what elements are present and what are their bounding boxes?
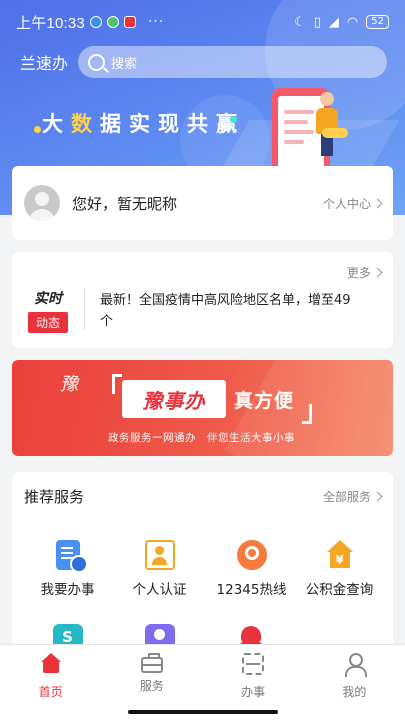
slogan-char: 现 [158, 112, 181, 136]
moon-icon: ☾ [294, 14, 306, 30]
tab-home[interactable]: 首页 [0, 645, 101, 720]
banner-logo: 豫 [60, 374, 78, 395]
tab-label: 办事 [241, 685, 266, 699]
battery-icon: 52 [366, 15, 389, 29]
person-head [320, 92, 334, 106]
banner-brand: 豫事办 [142, 388, 206, 413]
service-item-identity-verification[interactable]: 个人认证 [112, 540, 207, 598]
service-label: 公积金查询 [305, 582, 374, 598]
status-time: 上午10:33 [16, 14, 85, 32]
news-tag-line2: 动态 [28, 312, 68, 333]
slogan-char: 大 [42, 112, 65, 136]
app-notify-icon [106, 16, 119, 28]
slogan-char: 据 [100, 112, 123, 136]
hotline-icon [236, 540, 267, 570]
services-header: 推荐服务 全部服务 [24, 486, 383, 507]
document-icon [55, 540, 88, 573]
id-verify-icon [144, 540, 175, 570]
tab-affairs[interactable]: 办事 [203, 645, 304, 720]
no-signal-icon: ◢ [328, 14, 339, 30]
person-illustration [316, 92, 338, 158]
vibrate-icon: ▯ [313, 14, 321, 30]
briefcase-icon [140, 653, 163, 673]
more-notifications-icon: ··· [147, 14, 165, 30]
banner-subtitle: 政务服务一网通办 伴您生活大事小事 [108, 432, 295, 444]
tab-label: 首页 [38, 685, 63, 699]
phone-line [284, 140, 304, 144]
avatar[interactable] [24, 185, 60, 221]
tab-services[interactable]: 服务 [101, 645, 202, 720]
banner-bracket [112, 374, 122, 394]
recommended-services: 推荐服务 全部服务 我要办事 个人认证 12345热线 公积金查询 [12, 472, 393, 672]
slogan-char: 数 [71, 112, 94, 136]
compass-icon [89, 16, 102, 28]
top-bar: 兰速办 搜索 [20, 46, 387, 78]
service-item-housing-fund[interactable]: 公积金查询 [292, 540, 387, 598]
search-icon [88, 53, 106, 71]
personal-center-label: 个人中心 [322, 196, 371, 211]
chevron-right-icon [372, 491, 383, 502]
bottom-tab-bar: 首页 服务 办事 我的 [0, 644, 405, 720]
profile-icon [343, 653, 368, 677]
avatar-head [35, 192, 49, 206]
status-bar: 上午10:33 ··· ☾ ▯ ◢ ◠ 52 [16, 10, 389, 34]
all-services-link[interactable]: 全部服务 [322, 488, 383, 505]
promo-banner[interactable]: 豫 豫事办 真方便 政务服务一网通办 伴您生活大事小事 [12, 360, 393, 456]
tab-label: 我的 [342, 685, 367, 699]
service-item-hotline[interactable]: 12345热线 [204, 540, 299, 598]
slogan-dot [34, 126, 41, 133]
all-services-label: 全部服务 [322, 490, 371, 504]
news-card: 更多 实时 动态 最新！全国疫情中高风险地区名单，增至49个 [12, 252, 393, 348]
slogan-dot [230, 116, 237, 123]
realtime-news-tag: 实时 动态 [28, 288, 68, 333]
personal-center-link[interactable]: 个人中心 [322, 195, 383, 212]
tab-mine[interactable]: 我的 [304, 645, 405, 720]
wifi-icon: ◠ [346, 14, 359, 30]
slogan-char: 共 [187, 112, 210, 136]
search-placeholder: 搜索 [111, 56, 138, 72]
divider [84, 288, 85, 330]
services-title: 推荐服务 [24, 488, 85, 506]
scan-icon [242, 653, 265, 675]
news-tag-line1: 实时 [34, 291, 62, 307]
home-indicator[interactable] [128, 710, 278, 714]
banner-tagline: 真方便 [234, 390, 295, 412]
avatar-body [29, 209, 55, 221]
news-more-label: 更多 [346, 266, 371, 280]
phone-line [284, 130, 314, 134]
tab-label: 服务 [139, 679, 164, 693]
user-greeting: 您好，暂无昵称 [72, 194, 178, 213]
service-label: 我要办事 [40, 582, 95, 598]
status-right: ☾ ▯ ◢ ◠ 52 [294, 15, 389, 30]
service-label: 个人认证 [132, 582, 187, 598]
app-title: 兰速办 [20, 54, 69, 73]
user-card[interactable]: 您好，暂无昵称 个人中心 [12, 166, 393, 240]
home-icon [40, 653, 62, 675]
cloud-illustration [322, 128, 348, 138]
phone-line [284, 120, 308, 124]
news-more-link[interactable]: 更多 [346, 264, 383, 281]
notify-badge-icon [123, 16, 136, 28]
chevron-right-icon [372, 198, 383, 208]
phone-line [284, 110, 314, 114]
banner-brand-box: 豫事办 [122, 380, 226, 418]
hero-slogan: 大 数 据 实 现 共 赢 [34, 108, 239, 138]
search-input[interactable]: 搜索 [78, 46, 387, 78]
slogan-char: 实 [129, 112, 152, 136]
chevron-right-icon [372, 267, 383, 278]
service-item-handle-affairs[interactable]: 我要办事 [20, 540, 115, 598]
slogan-char: 赢 [216, 112, 239, 136]
banner-bracket [302, 404, 312, 424]
news-headline[interactable]: 最新！全国疫情中高风险地区名单，增至49个 [100, 290, 353, 332]
service-label: 12345热线 [216, 582, 287, 598]
housing-fund-icon [325, 540, 355, 570]
